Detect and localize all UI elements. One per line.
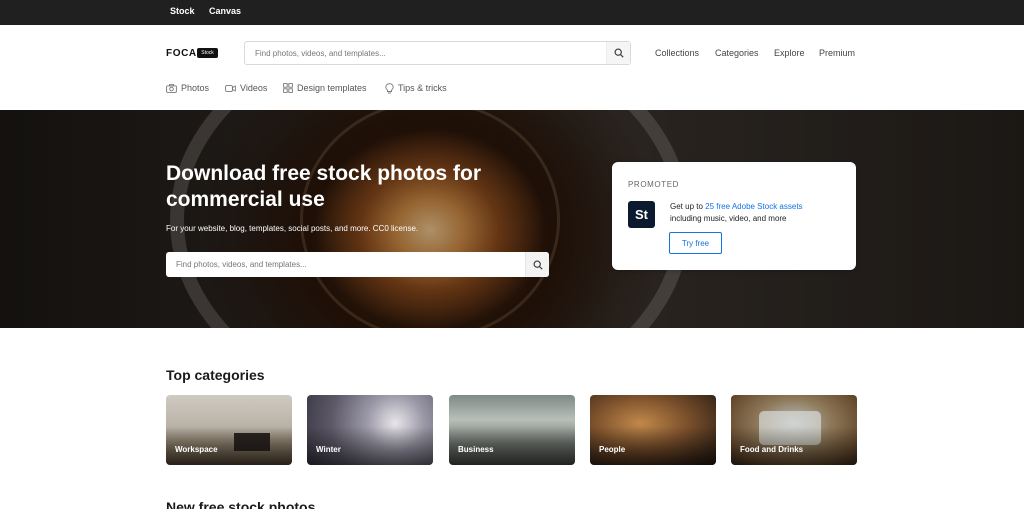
card-shade [731, 395, 857, 465]
category-label: Winter [316, 445, 341, 454]
card-shade [590, 395, 716, 465]
hero-search-input[interactable] [166, 252, 524, 277]
subnav-tips-tricks[interactable]: Tips & tricks [385, 82, 447, 94]
category-card-winter[interactable]: Winter [307, 395, 433, 465]
nav-categories[interactable]: Categories [715, 48, 759, 58]
topbar-link-stock[interactable]: Stock [170, 6, 195, 16]
logo[interactable]: FOCA [166, 48, 197, 59]
adobe-stock-logo: St [628, 201, 655, 228]
search-icon [614, 48, 624, 58]
category-label: Food and Drinks [740, 445, 804, 454]
hero-search [166, 252, 549, 277]
hero-title: Download free stock photos for commercia… [166, 162, 482, 211]
header-search-button[interactable] [606, 42, 630, 64]
header-search-input[interactable] [245, 42, 607, 64]
category-card-business[interactable]: Business [449, 395, 575, 465]
nav-premium[interactable]: Premium [819, 48, 855, 58]
top-categories-title: Top categories [166, 367, 265, 383]
hero-subtitle: For your website, blog, templates, socia… [166, 224, 419, 233]
topbar-link-canvas[interactable]: Canvas [209, 6, 241, 16]
subnav-videos[interactable]: Videos [225, 82, 267, 94]
promo-headline-prefix: Get up to [670, 202, 706, 211]
try-free-button[interactable]: Try free [669, 232, 722, 254]
nav-collections[interactable]: Collections [655, 48, 699, 58]
subnav-design-templates-label: Design templates [297, 83, 367, 93]
promo-description: including music, video, and more [670, 214, 787, 223]
header-search [244, 41, 631, 65]
nav-explore[interactable]: Explore [774, 48, 805, 58]
subnav-videos-label: Videos [240, 83, 268, 93]
card-shade [449, 395, 575, 465]
category-card-workspace[interactable]: Workspace [166, 395, 292, 465]
subnav-photos-label: Photos [181, 83, 210, 93]
search-icon [533, 260, 543, 270]
hero-search-button[interactable] [525, 252, 549, 277]
category-label: People [599, 445, 626, 454]
subnav-photos[interactable]: Photos [166, 82, 209, 94]
subnav-tips-tricks-label: Tips & tricks [398, 83, 447, 93]
category-label: Business [458, 445, 494, 454]
promo-tag: PROMOTED [628, 180, 680, 189]
logo-badge: Stock [197, 48, 218, 58]
new-photos-title: New free stock photos [166, 499, 316, 509]
video-camera-icon [225, 84, 236, 92]
lightbulb-icon [385, 82, 394, 93]
hero-banner: Download free stock photos for commercia… [0, 110, 1024, 328]
promo-headline: Get up to 25 free Adobe Stock assets [670, 202, 803, 211]
card-shade [307, 395, 433, 465]
category-card-people[interactable]: People [590, 395, 716, 465]
camera-icon [166, 83, 177, 93]
promo-card: PROMOTED St Get up to 25 free Adobe Stoc… [612, 162, 856, 270]
category-label: Workspace [175, 445, 218, 454]
hero-overlay [0, 110, 1024, 328]
card-shade [166, 395, 292, 465]
grid-icon [283, 83, 293, 93]
category-card-food-and-drinks[interactable]: Food and Drinks [731, 395, 857, 465]
promo-link[interactable]: 25 free Adobe Stock assets [705, 202, 802, 211]
top-bar: Stock Canvas [0, 0, 1024, 25]
subnav-design-templates[interactable]: Design templates [283, 82, 367, 94]
